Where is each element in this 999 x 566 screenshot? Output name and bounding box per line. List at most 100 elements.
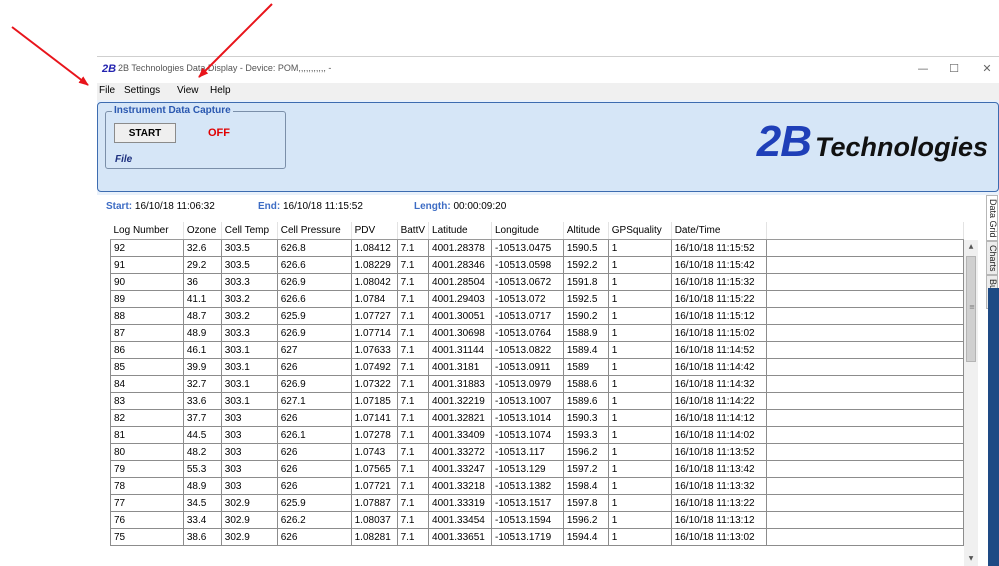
table-cell: 1.0743 [350,443,398,461]
table-cell: 626 [276,460,352,478]
table-cell: 16/10/18 11:13:52 [670,443,767,461]
column-header[interactable]: GPSquality [608,222,672,240]
table-cell: 48.7 [182,307,222,325]
table-cell: 7.1 [396,477,430,495]
table-row[interactable]: 84 32.7 303.1 626.9 1.07322 7.1 4001.31883 -105… [110,375,964,393]
table-cell: 16/10/18 11:13:32 [670,477,767,495]
table-cell: 81 [110,426,184,444]
column-header-blank [766,222,964,240]
table-row[interactable]: 91 29.2 303.5 626.6 1.08229 7.1 4001.28346 -105… [110,256,964,274]
table-row[interactable]: 86 46.1 303.1 627 1.07633 7.1 4001.31144 -10513… [110,341,964,359]
scroll-down-icon[interactable]: ▼ [964,552,978,566]
table-cell: 16/10/18 11:14:22 [670,392,767,410]
table-cell: 76 [110,511,184,529]
column-header[interactable]: Cell Pressure [277,222,352,240]
table-row[interactable]: 81 44.5 303 626.1 1.07278 7.1 4001.33409 -10513… [110,426,964,444]
column-header[interactable]: Ozone [183,222,222,240]
table-cell: 1591.8 [562,273,609,291]
table-cell: 90 [110,273,184,291]
table-cell: 626.8 [276,239,352,257]
start-summary: Start: 16/10/18 11:06:32 [106,201,215,212]
table-row[interactable]: 88 48.7 303.2 625.9 1.07727 7.1 4001.30051 -105… [110,307,964,325]
table-row[interactable]: 79 55.3 303 626 1.07565 7.1 4001.33247 -10513.1… [110,460,964,478]
table-row[interactable]: 77 34.5 302.9 625.9 1.07887 7.1 4001.33319 -105… [110,494,964,512]
tab-data-grid[interactable]: Data Grid [986,195,998,241]
column-header[interactable]: Cell Temp [221,222,278,240]
column-header[interactable]: Date/Time [671,222,767,240]
table-row[interactable]: 87 48.9 303.3 626.9 1.07714 7.1 4001.30698 -105… [110,324,964,342]
table-cell: 1 [607,273,672,291]
table-cell: 303.5 [220,256,278,274]
table-cell: 303 [220,460,278,478]
table-row[interactable]: 76 33.4 302.9 626.2 1.08037 7.1 4001.33454 -105… [110,511,964,529]
table-cell-blank [765,256,964,274]
column-header[interactable]: PDV [351,222,398,240]
column-header[interactable]: Log Number [110,222,184,240]
column-header[interactable]: BattV [397,222,430,240]
table-row[interactable]: 85 39.9 303.1 626 1.07492 7.1 4001.3181 -10513.… [110,358,964,376]
table-cell: -10513.117 [490,443,564,461]
tab-charts[interactable]: Charts [986,241,998,275]
table-cell: -10513.1382 [490,477,564,495]
table-cell: 4001.33409 [428,426,492,444]
table-cell: -10513.072 [490,290,564,308]
table-row[interactable]: 80 48.2 303 626 1.0743 7.1 4001.33272 -10513.11… [110,443,964,461]
menu-settings[interactable]: Settings [124,85,160,96]
table-cell: 16/10/18 11:15:12 [670,307,767,325]
menu-view[interactable]: View [177,85,199,96]
table-cell: 626.9 [276,324,352,342]
table-cell: 303 [220,477,278,495]
table-row[interactable]: 82 37.7 303 626 1.07141 7.1 4001.32821 -10513.1… [110,409,964,427]
table-row[interactable]: 83 33.6 303.1 627.1 1.07185 7.1 4001.32219 -105… [110,392,964,410]
table-row[interactable]: 92 32.6 303.5 626.8 1.08412 7.1 4001.28378 -105… [110,239,964,257]
menu-file[interactable]: File [99,85,115,96]
table-cell: 7.1 [396,375,430,393]
table-cell: 4001.32219 [428,392,492,410]
table-cell-blank [765,477,964,495]
column-header[interactable]: Altitude [563,222,609,240]
table-cell: 4001.28378 [428,239,492,257]
table-cell: 16/10/18 11:13:12 [670,511,767,529]
arrow-to-file-menu [11,26,89,86]
length-summary: Length: 00:00:09:20 [414,201,506,212]
table-cell: 80 [110,443,184,461]
table-cell: 86 [110,341,184,359]
table-cell: 303.2 [220,307,278,325]
table-cell: 1589.4 [562,341,609,359]
table-cell: 1588.6 [562,375,609,393]
table-cell: 16/10/18 11:15:22 [670,290,767,308]
table-cell: 1589 [562,358,609,376]
table-cell: 626.1 [276,426,352,444]
table-row[interactable]: 90 36 303.3 626.9 1.08042 7.1 4001.28504 -10513… [110,273,964,291]
table-cell: 1 [607,290,672,308]
close-button[interactable]: ✕ [972,60,999,78]
table-cell: 1592.2 [562,256,609,274]
menu-help[interactable]: Help [210,85,231,96]
scroll-up-icon[interactable]: ▲ [964,240,978,254]
app-logo-icon: 2B [102,63,117,75]
table-cell: 1.08037 [350,511,398,529]
table-cell: 626 [276,477,352,495]
brand-logo: 2B Technologies [757,117,988,167]
table-cell: 1 [607,358,672,376]
column-header[interactable]: Latitude [428,222,492,240]
vertical-scrollbar[interactable]: ▲ ≡ ▼ [964,240,978,566]
table-cell: 7.1 [396,426,430,444]
table-row[interactable]: 75 38.6 302.9 626 1.08281 7.1 4001.33651 -10513… [110,528,964,546]
table-cell-blank [765,239,964,257]
table-row[interactable]: 89 41.1 303.2 626.6 1.0784 7.1 4001.29403 -1051… [110,290,964,308]
table-cell: 7.1 [396,358,430,376]
scroll-thumb[interactable]: ≡ [966,256,976,362]
table-cell: -10513.1014 [490,409,564,427]
table-cell: 83 [110,392,184,410]
table-cell: 16/10/18 11:13:22 [670,494,767,512]
minimize-button[interactable]: — [908,60,938,78]
table-cell: 303 [220,409,278,427]
table-row[interactable]: 78 48.9 303 626 1.07721 7.1 4001.33218 -10513.1… [110,477,964,495]
table-cell-blank [765,341,964,359]
start-button[interactable]: START [114,123,176,143]
maximize-button[interactable]: ☐ [939,60,969,78]
table-cell: 7.1 [396,307,430,325]
data-grid[interactable]: Log Number Ozone Cell Temp Cell Pressure… [110,222,964,566]
column-header[interactable]: Longitude [491,222,564,240]
